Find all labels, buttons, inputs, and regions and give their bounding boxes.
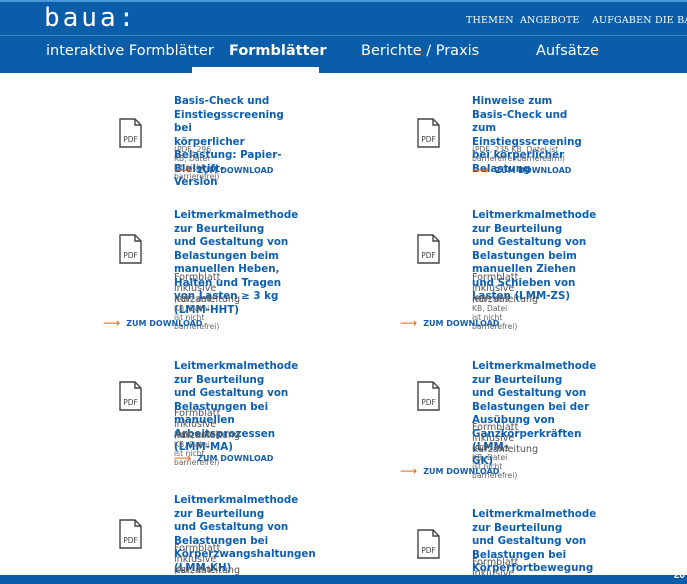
arrow-right-icon: ⟶ xyxy=(103,316,121,330)
arrow-right-icon: ⟶ xyxy=(174,451,192,465)
pdf-icon: PDF xyxy=(118,519,143,549)
tab-formblaetter[interactable]: Formblätter xyxy=(229,43,327,59)
nav-die-baua[interactable]: DIE BA xyxy=(655,15,687,26)
download-link[interactable]: ⟶ ZUM DOWNLOAD xyxy=(103,315,202,330)
bottom-bar: 20 xyxy=(0,570,687,584)
svg-text:PDF: PDF xyxy=(421,251,436,260)
page-number: 20 xyxy=(673,570,685,581)
arrow-right-icon: ⟶ xyxy=(400,316,418,330)
svg-text:PDF: PDF xyxy=(123,135,138,144)
nav-aufgaben[interactable]: AUFGABEN xyxy=(592,15,652,26)
pdf-icon: PDF xyxy=(118,118,143,148)
tab-aufsaetze[interactable]: Aufsätze xyxy=(536,43,599,59)
tab-bar: interaktive Formblätter Formblätter Beri… xyxy=(0,35,687,74)
arrow-right-icon: ⟶ xyxy=(472,163,490,177)
svg-text:PDF: PDF xyxy=(123,251,138,260)
svg-text:PDF: PDF xyxy=(421,135,436,144)
pdf-icon: PDF xyxy=(416,118,441,148)
svg-text:PDF: PDF xyxy=(421,398,436,407)
svg-text:PDF: PDF xyxy=(123,536,138,545)
arrow-right-icon: ⟶ xyxy=(400,464,418,478)
baua-logo[interactable]: baua: xyxy=(44,3,137,33)
pdf-icon: PDF xyxy=(118,381,143,411)
download-link[interactable]: ⟶ ZUM DOWNLOAD xyxy=(400,315,499,330)
download-link[interactable]: ⟶ ZUM DOWNLOAD xyxy=(174,450,273,465)
tab-berichte-praxis[interactable]: Berichte / Praxis xyxy=(361,43,479,59)
nav-themen[interactable]: THEMEN xyxy=(466,15,514,26)
arrow-right-icon: ⟶ xyxy=(174,163,192,177)
top-header: baua: THEMEN ANGEBOTE AUFGABEN DIE BA xyxy=(0,0,687,35)
svg-text:PDF: PDF xyxy=(123,398,138,407)
download-link[interactable]: ⟶ ZUM DOWNLOAD xyxy=(400,463,499,478)
file-info: (PDF, 235 KB, Datei ist barrierefrei/bar… xyxy=(472,145,565,163)
svg-text:PDF: PDF xyxy=(421,546,436,555)
pdf-icon: PDF xyxy=(416,529,441,559)
pdf-icon: PDF xyxy=(416,234,441,264)
tab-interaktive-formblaetter[interactable]: interaktive Formblätter xyxy=(46,43,214,59)
download-link[interactable]: ⟶ ZUM DOWNLOAD xyxy=(174,162,273,177)
nav-angebote[interactable]: ANGEBOTE xyxy=(520,15,580,26)
active-tab-indicator xyxy=(192,67,319,74)
pdf-icon: PDF xyxy=(118,234,143,264)
download-link[interactable]: ⟶ ZUM DOWNLOAD xyxy=(472,162,571,177)
pdf-icon: PDF xyxy=(416,381,441,411)
